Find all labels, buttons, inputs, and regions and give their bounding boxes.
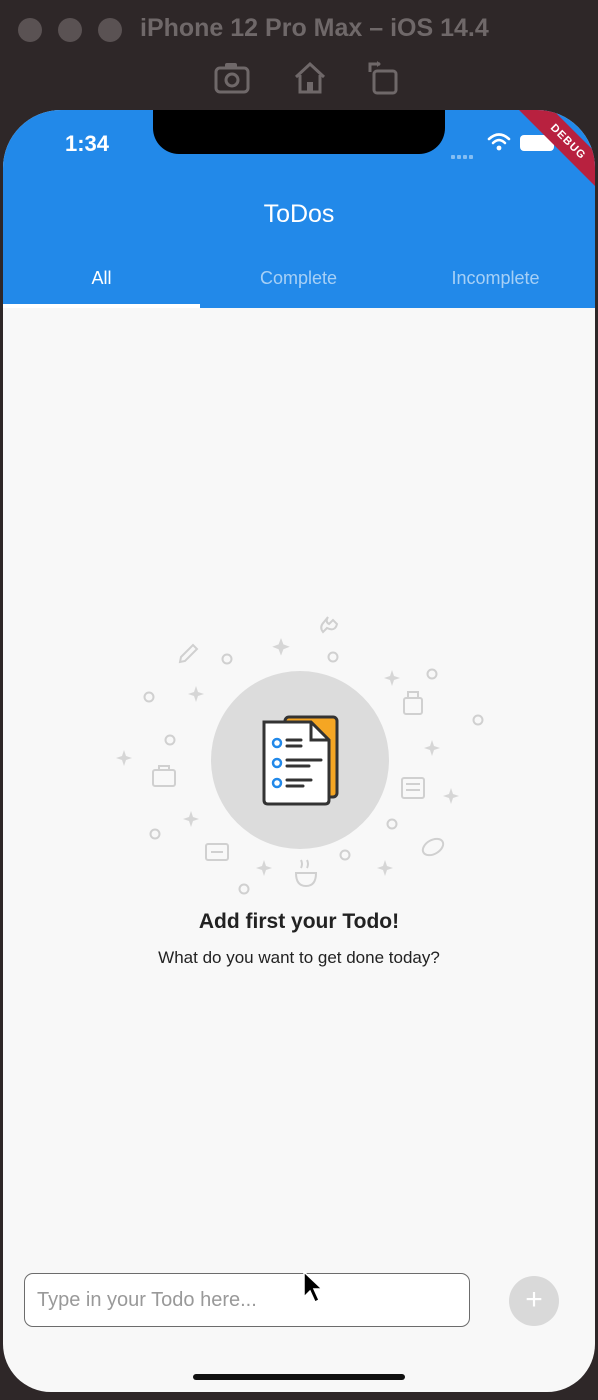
simulator-titlebar: iPhone 12 Pro Max – iOS 14.4 [0, 0, 598, 110]
mouse-cursor-icon [303, 1270, 324, 1304]
cellular-signal-icon [451, 146, 479, 159]
home-icon[interactable] [290, 58, 330, 98]
todo-document-icon [262, 715, 339, 806]
screenshot-icon[interactable] [212, 58, 252, 98]
tab-incomplete[interactable]: Incomplete [397, 256, 594, 308]
status-time: 1:34 [65, 131, 110, 156]
wifi-icon [487, 133, 511, 151]
phone-screen: 1:34 DEBUG ToDos All Complete Incomplete [3, 110, 595, 1392]
notch [153, 110, 445, 154]
app-bar: 1:34 DEBUG ToDos All Complete Incomplete [3, 110, 595, 308]
app-title: ToDos [263, 200, 335, 228]
home-indicator [193, 1374, 405, 1380]
tab-complete[interactable]: Complete [200, 256, 397, 308]
tab-all[interactable]: All [3, 256, 200, 308]
debug-banner: DEBUG [513, 110, 595, 197]
rotate-icon[interactable] [364, 58, 404, 98]
tab-indicator [3, 304, 200, 308]
close-window-button[interactable] [18, 18, 42, 42]
empty-state-illustration [116, 616, 484, 895]
minimize-window-button[interactable] [58, 18, 82, 42]
simulator-title: iPhone 12 Pro Max – iOS 14.4 [140, 14, 489, 42]
zoom-window-button[interactable] [98, 18, 122, 42]
add-todo-button[interactable]: + [509, 1276, 559, 1326]
todo-input[interactable] [24, 1273, 470, 1327]
empty-state-subtitle: What do you want to get done today? [158, 948, 440, 967]
empty-state-title: Add first your Todo! [198, 910, 400, 933]
